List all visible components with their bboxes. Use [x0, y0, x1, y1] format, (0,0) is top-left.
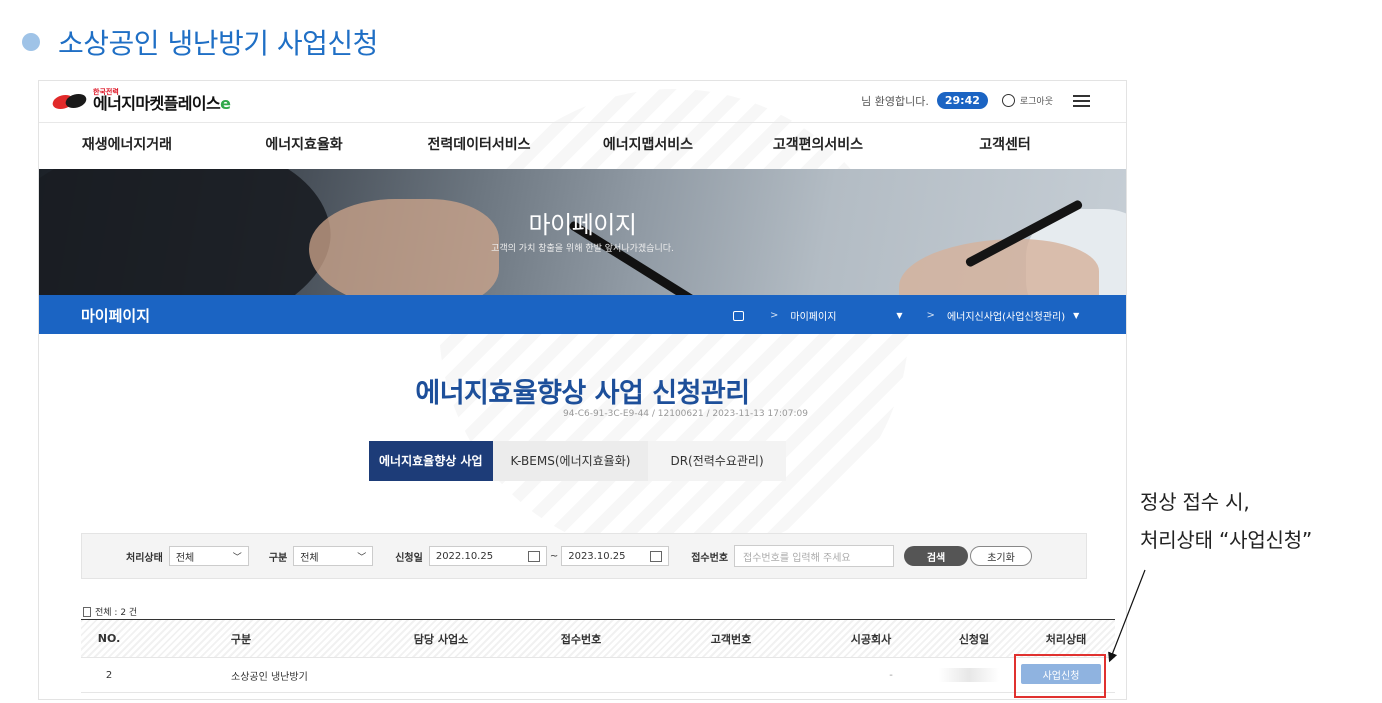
session-timer[interactable]: 29:42: [936, 92, 988, 109]
status-label: 처리상태: [126, 552, 163, 564]
date-to-value: 2023.10.25: [568, 550, 626, 562]
date-from-value: 2022.10.25: [435, 550, 494, 562]
pc-id-text: 94-C6-91-3C-E9-44 / 12100621 / 2023-11-1…: [563, 409, 808, 419]
logout-button[interactable]: 로그아웃: [1001, 94, 1053, 107]
status-select-value: 전체: [175, 552, 195, 564]
slide-title: 소상공인 냉난방기 사업신청: [22, 22, 378, 62]
row-contractor: -: [889, 669, 893, 681]
col-type: 구분: [230, 632, 252, 646]
breadcrumb-current[interactable]: 에너지신사업(사업신청관리): [947, 308, 1065, 323]
tab-dr[interactable]: DR(전력수요관리): [648, 441, 786, 481]
hero-banner: 마이페이지 고객의 가치 창출을 위해 한발 앞서나가겠습니다.: [39, 169, 1126, 295]
type-label: 구분: [268, 552, 288, 564]
chevron-down-icon: ﹀: [232, 552, 242, 563]
calendar-icon[interactable]: [527, 550, 540, 562]
tab-list: 에너지효율향상 사업 K-BEMS(에너지효율화) DR(전력수요관리): [369, 441, 786, 481]
nav-power-data[interactable]: 전력데이터서비스: [393, 123, 565, 169]
col-no: NO.: [97, 632, 121, 645]
date-separator: ~: [549, 550, 559, 562]
nav-customer-center[interactable]: 고객센터: [905, 123, 1105, 169]
receipt-number-input[interactable]: 접수번호를 입력해 주세요: [734, 545, 895, 567]
slide-title-text: 소상공인 냉난방기 사업신청: [58, 27, 378, 60]
row-type: 소상공인 냉난방기: [231, 671, 308, 683]
logout-label: 로그아웃: [1019, 97, 1053, 107]
breadcrumb-dropdown-icon[interactable]: ▼: [896, 311, 902, 320]
type-select[interactable]: 전체 ﹀: [293, 546, 374, 566]
hamburger-menu-icon[interactable]: [1073, 94, 1090, 107]
date-from-input[interactable]: 2022.10.25: [428, 546, 547, 566]
nav-energy-map[interactable]: 에너지맵서비스: [565, 123, 731, 169]
col-contractor: 시공회사: [850, 632, 892, 646]
page-heading: 에너지효율향상 사업 신청관리: [415, 378, 750, 409]
total-count: 전체 : 2 건: [83, 605, 137, 618]
kepco-logo-icon: [50, 91, 89, 111]
breadcrumb-dropdown-icon-2[interactable]: ▼: [1073, 311, 1079, 320]
top-bar: 한국전력 에너지마켓플레이스e 님 환영합니다. 29:42 로그아웃: [39, 81, 1126, 123]
table-header: NO. 구분 담당 사업소 접수번호 고객번호 시공회사 신청일 처리상태: [81, 619, 1115, 657]
nav-customer-service[interactable]: 고객편의서비스: [731, 123, 905, 169]
col-customer-no: 고객번호: [710, 632, 752, 646]
bullet-dot-icon: [22, 33, 40, 51]
home-icon[interactable]: [733, 310, 744, 321]
document-icon: [83, 606, 91, 617]
breadcrumb: > 마이페이지 ▼ > 에너지신사업(사업신청관리) ▼: [733, 308, 1079, 323]
receipt-label: 접수번호: [691, 552, 729, 564]
tab-kbems[interactable]: K-BEMS(에너지효율화): [492, 441, 649, 481]
chevron-down-icon: ﹀: [357, 552, 367, 563]
user-area: 님 환영합니다. 29:42 로그아웃: [861, 92, 1090, 109]
callout-text: 정상 접수 시, 처리상태 “사업신청”: [1140, 483, 1312, 559]
breadcrumb-mypage[interactable]: 마이페이지: [790, 308, 836, 323]
highlight-box: [1014, 654, 1106, 698]
logo-e-mark: e: [220, 94, 231, 113]
date-to-input[interactable]: 2023.10.25: [561, 546, 670, 566]
hero-title: 마이페이지: [528, 211, 637, 239]
col-office: 담당 사업소: [413, 632, 469, 646]
col-status: 처리상태: [1045, 632, 1087, 646]
global-nav: 재생에너지거래 에너지효율화 전력데이터서비스 에너지맵서비스 고객편의서비스 …: [39, 123, 1126, 169]
table-row[interactable]: 2 소상공인 냉난방기 - 사업신청: [81, 657, 1115, 693]
site-logo[interactable]: 한국전력 에너지마켓플레이스e: [50, 89, 231, 113]
status-select[interactable]: 전체 ﹀: [168, 546, 249, 566]
logo-name: 에너지마켓플레이스: [93, 94, 221, 113]
calendar-icon[interactable]: [650, 550, 663, 562]
col-receipt-no: 접수번호: [560, 632, 602, 646]
nav-energy-efficiency[interactable]: 에너지효율화: [215, 123, 393, 169]
callout-line-1: 정상 접수 시,: [1140, 490, 1250, 514]
tab-efficiency-project[interactable]: 에너지효율향상 사업: [369, 441, 493, 481]
hero-subtitle: 고객의 가치 창출을 위해 한발 앞서나가겠습니다.: [491, 244, 674, 254]
date-label: 신청일: [395, 552, 423, 564]
welcome-text: 님 환영합니다.: [861, 94, 929, 108]
nav-renewable-trade[interactable]: 재생에너지거래: [39, 123, 215, 169]
row-date-blurred: [939, 668, 999, 682]
logout-icon: [1001, 94, 1015, 107]
search-button[interactable]: 검색: [904, 546, 969, 566]
browser-screenshot: 한국전력 에너지마켓플레이스e 님 환영합니다. 29:42 로그아웃 재생에너…: [38, 80, 1127, 700]
location-bar: 마이페이지 > 마이페이지 ▼ > 에너지신사업(사업신청관리) ▼: [39, 295, 1126, 334]
location-title: 마이페이지: [81, 307, 151, 325]
total-count-text: 전체 : 2 건: [95, 608, 138, 618]
callout-line-2: 처리상태 “사업신청”: [1140, 528, 1313, 552]
search-panel: 처리상태 전체 ﹀ 구분 전체 ﹀ 신청일 2022.10.25 ~ 2023.10…: [81, 533, 1087, 579]
row-no: 2: [105, 669, 113, 681]
type-select-value: 전체: [300, 552, 319, 564]
col-apply-date: 신청일: [958, 632, 990, 646]
reset-button[interactable]: 초기화: [970, 546, 1033, 566]
